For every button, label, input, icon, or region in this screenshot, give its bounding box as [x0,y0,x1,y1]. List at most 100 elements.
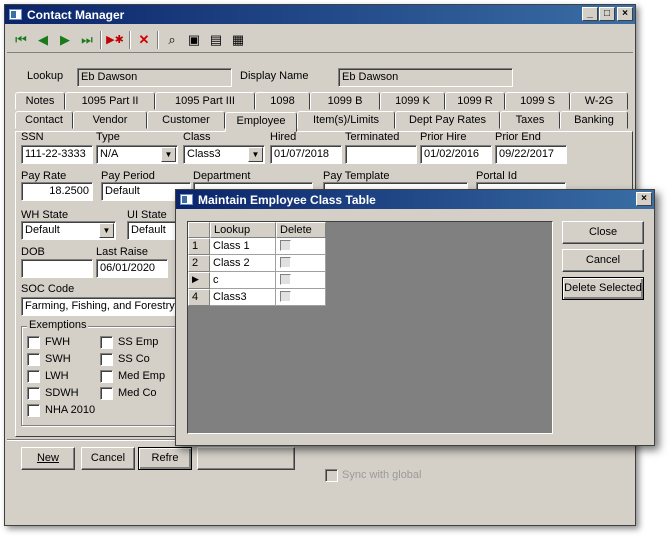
med-co-checkbox[interactable] [100,387,113,400]
tab-dept-pay-rates[interactable]: Dept Pay Rates [395,111,500,129]
ssn-field[interactable]: 111-22-3333 [21,145,93,164]
swh-checkbox[interactable] [27,353,40,366]
tab-taxes[interactable]: Taxes [500,111,560,129]
delete-cell[interactable] [276,255,326,272]
delete-checkbox[interactable] [280,291,291,302]
pay-period-label: Pay Period [101,170,155,182]
lookup-cell[interactable]: Class 1 [210,238,276,255]
lookup-field[interactable]: Eb Dawson [77,68,232,87]
hidden-button[interactable] [197,447,295,470]
hired-label: Hired [270,131,297,143]
last-record-icon[interactable]: ⏭ [77,30,97,50]
prev-record-icon[interactable]: ◀ [33,30,53,50]
delete-cell[interactable] [276,272,326,289]
delete-checkbox[interactable] [280,240,291,251]
soc-code-field[interactable]: Farming, Fishing, and Forestry O [21,297,181,316]
display-name-field[interactable]: Eb Dawson [338,68,513,87]
row-header[interactable]: 4 [188,289,210,306]
tab-1099-r[interactable]: 1099 R [445,92,505,110]
tab-1095-part-ii[interactable]: 1095 Part II [65,92,155,110]
delete-icon[interactable]: ✕ [134,30,154,50]
tab-1095-part-iii[interactable]: 1095 Part III [155,92,255,110]
new-button[interactable]: New [21,447,75,470]
column-header-lookup[interactable]: Lookup [210,222,276,238]
tab-customer[interactable]: Customer [147,111,225,129]
close-button[interactable]: Close [562,221,644,244]
tab-1099-k[interactable]: 1099 K [380,92,445,110]
tab-items-limits[interactable]: Item(s)/Limits [297,111,395,129]
chevron-down-icon[interactable]: ▼ [248,147,263,162]
tab-vendor[interactable]: Vendor [73,111,147,129]
minimize-button[interactable]: _ [582,7,598,21]
save-close-icon[interactable]: ▤ [206,30,226,50]
dialog-app-icon [180,194,193,205]
lwh-checkbox[interactable] [27,370,40,383]
dialog-title-bar[interactable]: Maintain Employee Class Table × [176,190,654,209]
dob-field[interactable] [21,259,93,278]
delete-selected-button[interactable]: Delete Selected [562,277,644,300]
delete-cell[interactable] [276,238,326,255]
pay-rate-field[interactable]: 18.2500 [21,182,93,201]
first-record-icon[interactable]: ⏮ [11,30,31,50]
tab-banking[interactable]: Banking [560,111,628,129]
prior-hire-field[interactable]: 01/02/2016 [420,145,492,164]
exemptions-label: Exemptions [27,319,89,331]
new-record-icon[interactable]: ▶✱ [105,30,125,50]
terminated-label: Terminated [345,131,400,143]
delete-cell[interactable] [276,289,326,306]
next-record-icon[interactable]: ▶ [55,30,75,50]
ui-state-label: UI State [127,209,167,221]
tab-1098[interactable]: 1098 [255,92,310,110]
lookup-cell[interactable]: Class 2 [210,255,276,272]
ss-emp-label: SS Emp [118,336,159,348]
terminated-field[interactable] [345,145,417,164]
nha-2010-label: NHA 2010 [45,404,96,416]
sync-with-global-checkbox[interactable] [325,469,338,482]
column-header-delete[interactable]: Delete [276,222,326,238]
lwh-label: LWH [45,370,69,382]
lookup-label: Lookup [27,70,64,82]
row-header[interactable]: 1 [188,238,210,255]
cancel-button[interactable]: Cancel [81,447,135,470]
last-raise-field[interactable]: 06/01/2020 [96,259,168,278]
prior-end-field[interactable]: 09/22/2017 [495,145,567,164]
wh-state-select[interactable]: Default ▼ [21,221,116,240]
ss-co-checkbox[interactable] [100,353,113,366]
type-select[interactable]: N/A ▼ [96,145,178,164]
delete-checkbox[interactable] [280,274,291,285]
hired-field[interactable]: 01/07/2018 [270,145,342,164]
lookup-cell[interactable]: Class3 [210,289,276,306]
class-select[interactable]: Class3 ▼ [183,145,265,164]
tab-employee[interactable]: Employee [225,112,297,132]
title-bar[interactable]: Contact Manager _ □ × [5,5,635,24]
fwh-checkbox[interactable] [27,336,40,349]
refresh-button[interactable]: Refre [138,447,192,470]
chevron-down-icon[interactable]: ▼ [99,223,114,238]
nha-2010-checkbox[interactable] [27,404,40,417]
ss-emp-checkbox[interactable] [100,336,113,349]
class-table-grid[interactable]: Lookup Delete 1 Class 1 2 Class 2 ▶ c 4 … [187,221,553,434]
row-header[interactable]: 2 [188,255,210,272]
chevron-down-icon[interactable]: ▼ [161,147,176,162]
lookup-cell[interactable]: c [210,272,276,289]
sdwh-checkbox[interactable] [27,387,40,400]
tab-notes[interactable]: Notes [15,92,65,110]
dob-label: DOB [21,246,45,258]
tab-1099-b[interactable]: 1099 B [310,92,380,110]
tab-w-2g[interactable]: W-2G [570,92,628,110]
close-window-button[interactable]: × [617,7,633,21]
tab-1099-s[interactable]: 1099 S [505,92,570,110]
tab-contact[interactable]: Contact [15,111,73,129]
properties-icon[interactable]: ▦ [228,30,248,50]
last-raise-label: Last Raise [96,246,148,258]
current-row-indicator-icon[interactable]: ▶ [188,272,210,289]
close-dialog-button[interactable]: × [636,192,652,206]
find-icon[interactable]: ⌕ [162,30,182,50]
med-emp-checkbox[interactable] [100,370,113,383]
maximize-button[interactable]: □ [599,7,615,21]
delete-checkbox[interactable] [280,257,291,268]
cancel-dialog-button[interactable]: Cancel [562,249,644,272]
soc-code-label: SOC Code [21,283,75,295]
ui-state-value: Default [131,224,166,236]
save-icon[interactable]: ▣ [184,30,204,50]
